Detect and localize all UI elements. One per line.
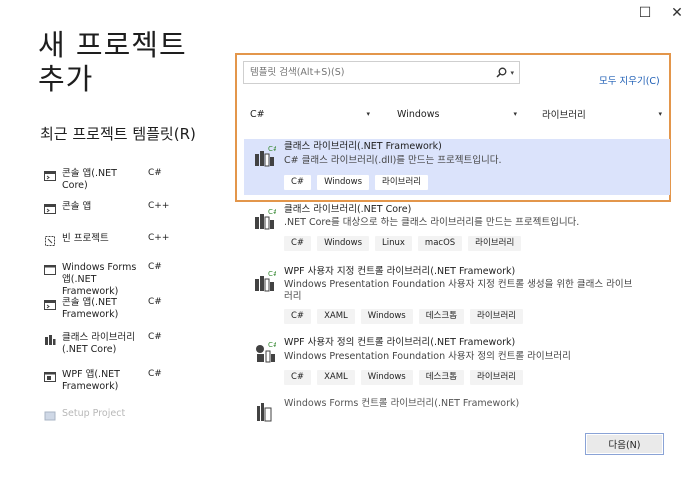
template-item-winforms-control-library[interactable]: Windows Forms 컨트롤 라이브러리(.NET Framework) <box>244 396 670 422</box>
template-search[interactable]: ▾ <box>243 61 520 84</box>
recent-item-console-netcore[interactable]: 콘솔 앱(.NET Core) C# <box>44 168 174 192</box>
search-input[interactable] <box>244 67 493 78</box>
class-library-icon <box>45 335 56 345</box>
recent-item-label: 클래스 라이브러리(.NET Core) <box>62 332 135 355</box>
tag: 라이브러리 <box>375 175 429 190</box>
svg-text:C#: C# <box>268 270 276 278</box>
template-tags: C# XAML Windows 데스크톱 라이브러리 <box>284 370 524 385</box>
wpf-user-control-icon: C# <box>256 341 276 363</box>
chevron-down-icon: ▾ <box>366 110 370 118</box>
chevron-down-icon[interactable]: ▾ <box>510 69 514 77</box>
recent-item-class-library-netcore[interactable]: 클래스 라이브러리(.NET Core) C# <box>44 332 174 356</box>
recent-item-lang: C# <box>148 297 162 307</box>
recent-item-label: 콘솔 앱(.NET Framework) <box>62 297 119 320</box>
template-description: .NET Core를 대상으로 하는 클래스 라이브러리를 만드는 프로젝트입니… <box>284 217 580 228</box>
class-library-icon: C# <box>255 208 276 230</box>
winforms-control-library-icon <box>257 403 272 422</box>
tag: C# <box>284 175 312 190</box>
language-value: C# <box>250 108 265 120</box>
console-app-icon <box>44 171 56 181</box>
tag: 라이브러리 <box>468 236 522 251</box>
clear-all-link[interactable]: 모두 지우기(C) <box>599 73 660 87</box>
tag: 라이브러리 <box>470 370 524 385</box>
recent-item-console-cpp[interactable]: 콘솔 앱 C++ <box>44 201 174 215</box>
tag: Linux <box>375 236 412 251</box>
recent-item-label: WPF 앱(.NET Framework) <box>62 369 120 392</box>
tag: 데스크톱 <box>418 370 465 385</box>
template-tags: C# XAML Windows 데스크톱 라이브러리 <box>284 309 524 324</box>
tag: Windows <box>360 370 413 385</box>
console-app-icon <box>44 204 56 214</box>
template-name: WPF 사용자 정의 컨트롤 라이브러리(.NET Framework) <box>284 337 516 348</box>
svg-text:C#: C# <box>268 341 276 349</box>
template-name: Windows Forms 컨트롤 라이브러리(.NET Framework) <box>284 398 520 409</box>
maximize-button[interactable]: ☐ <box>633 2 657 24</box>
close-icon: ✕ <box>671 5 683 21</box>
template-name: WPF 사용자 지정 컨트롤 라이브러리(.NET Framework) <box>284 266 516 277</box>
recent-item-lang: C# <box>148 168 162 178</box>
platform-value: Windows <box>397 108 440 120</box>
template-tags: C# Windows Linux macOS 라이브러리 <box>284 236 522 251</box>
empty-project-icon <box>45 236 55 246</box>
close-button[interactable]: ✕ <box>665 2 689 24</box>
platform-dropdown[interactable]: Windows ▾ <box>391 104 519 124</box>
page-title: 새 프로젝트 추가 <box>38 28 187 96</box>
recent-item-console-netframework[interactable]: 콘솔 앱(.NET Framework) C# <box>44 297 174 321</box>
windows-forms-icon <box>44 265 56 275</box>
template-item-class-library-netcore[interactable]: C# 클래스 라이브러리(.NET Core) .NET Core를 대상으로 … <box>244 202 670 252</box>
tag: XAML <box>317 370 355 385</box>
chevron-down-icon: ▾ <box>513 110 517 118</box>
tag: XAML <box>317 309 355 324</box>
tag: C# <box>284 370 312 385</box>
setup-project-icon <box>44 411 56 421</box>
tag: 데스크톱 <box>418 309 465 324</box>
project-type-dropdown[interactable]: 라이브러리 ▾ <box>536 104 664 124</box>
recent-item-label: Windows Forms 앱(.NET Framework) <box>62 262 137 297</box>
tag: C# <box>284 236 312 251</box>
recent-item-empty-project[interactable]: 빈 프로젝트 C++ <box>44 233 174 247</box>
template-description: Windows Presentation Foundation 사용자 지정 컨… <box>284 279 633 302</box>
template-tags: C# Windows 라이브러리 <box>284 175 429 190</box>
recent-item-label: 빈 프로젝트 <box>62 233 109 244</box>
language-dropdown[interactable]: C# ▾ <box>244 104 372 124</box>
recent-item-label: 콘솔 앱 <box>62 201 92 212</box>
svg-text:C#: C# <box>268 145 276 153</box>
tag: 라이브러리 <box>470 309 524 324</box>
console-app-icon <box>44 300 56 310</box>
class-library-icon: C# <box>255 145 276 167</box>
svg-text:C#: C# <box>268 208 276 216</box>
recent-item-label: 콘솔 앱(.NET Core) <box>62 168 117 191</box>
template-description: C# 클래스 라이브러리(.dll)를 만드는 프로젝트입니다. <box>284 155 502 166</box>
recent-item-lang: C# <box>148 369 162 379</box>
tag: C# <box>284 309 312 324</box>
recent-item-lang: C# <box>148 332 162 342</box>
tag: Windows <box>317 175 370 190</box>
wpf-app-icon <box>44 372 56 382</box>
template-name: 클래스 라이브러리(.NET Core) <box>284 204 412 215</box>
recent-item-windows-forms[interactable]: Windows Forms 앱(.NET Framework) C# <box>44 262 174 298</box>
wpf-control-library-icon: C# <box>255 270 276 292</box>
recent-item-setup-project[interactable]: Setup Project <box>44 408 174 422</box>
tag: macOS <box>417 236 463 251</box>
template-item-class-library-netframework[interactable]: C# 클래스 라이브러리(.NET Framework) C# 클래스 라이브러… <box>244 139 670 195</box>
next-button[interactable]: 다음(N) <box>585 433 664 455</box>
chevron-down-icon: ▾ <box>658 110 662 118</box>
project-type-value: 라이브러리 <box>542 110 586 121</box>
tag: Windows <box>360 309 413 324</box>
recent-item-lang: C++ <box>148 233 170 243</box>
recent-item-lang: C++ <box>148 201 170 211</box>
recent-item-lang: C# <box>148 262 162 272</box>
template-description: Windows Presentation Foundation 사용자 정의 컨… <box>284 351 571 362</box>
template-item-wpf-user-control-library[interactable]: C# WPF 사용자 정의 컨트롤 라이브러리(.NET Framework) … <box>244 335 670 387</box>
recent-item-label: Setup Project <box>62 408 126 419</box>
template-name: 클래스 라이브러리(.NET Framework) <box>284 141 442 152</box>
tag: Windows <box>317 236 370 251</box>
recent-templates-title: 최근 프로젝트 템플릿(R) <box>40 125 196 143</box>
template-item-wpf-custom-control-library[interactable]: C# WPF 사용자 지정 컨트롤 라이브러리(.NET Framework) … <box>244 264 670 326</box>
search-icon[interactable] <box>492 64 510 82</box>
maximize-icon: ☐ <box>638 5 652 21</box>
recent-item-wpf-app[interactable]: WPF 앱(.NET Framework) C# <box>44 369 174 393</box>
